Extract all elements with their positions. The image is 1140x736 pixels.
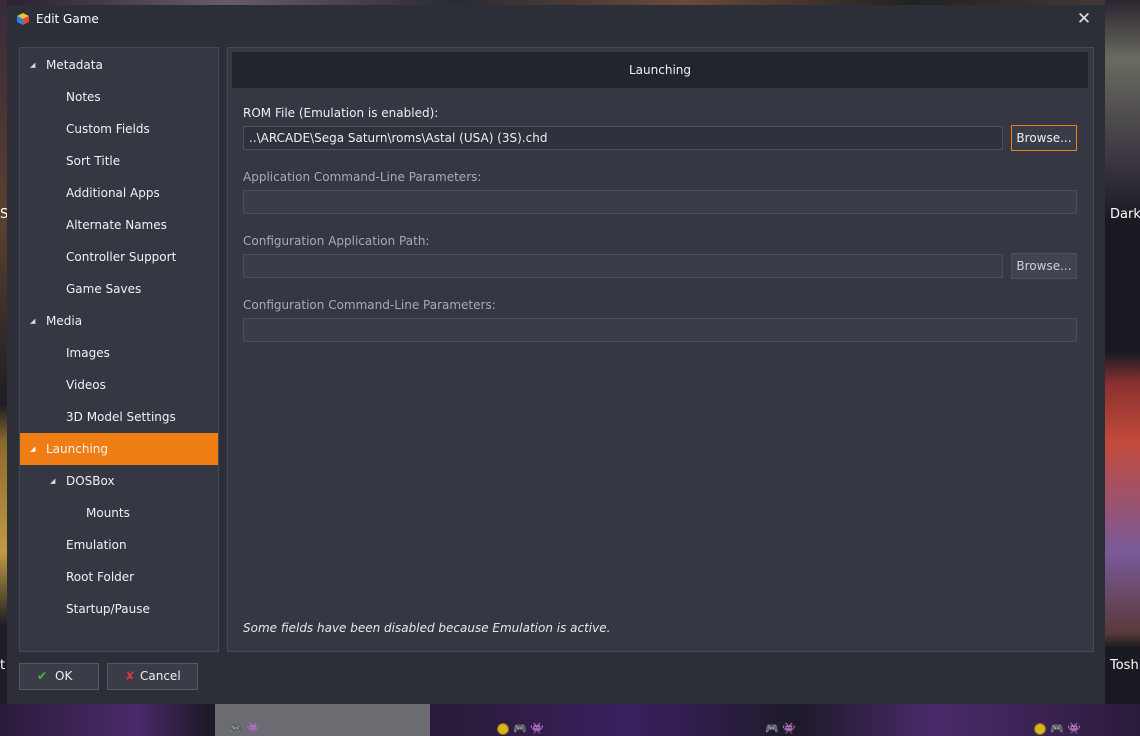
tree-item-videos[interactable]: Videos (20, 369, 218, 401)
expanded-triangle-icon: ◢ (30, 61, 36, 69)
tree-item-custom-fields[interactable]: Custom Fields (20, 113, 218, 145)
tree-item-sort-title[interactable]: Sort Title (20, 145, 218, 177)
config-params-label: Configuration Command-Line Parameters: (243, 298, 496, 312)
background-left-tiles (0, 0, 7, 736)
tree-item-media[interactable]: ◢ Media (20, 305, 218, 337)
close-button[interactable]: ✕ (1073, 8, 1095, 30)
rom-browse-button[interactable]: Browse... (1011, 125, 1077, 151)
tree-item-startup-pause[interactable]: Startup/Pause (20, 593, 218, 625)
expanded-triangle-icon: ◢ (30, 445, 36, 453)
tree-item-dosbox[interactable]: ◢ DOSBox (20, 465, 218, 497)
background-tile-icons: 🎮 👾 (1034, 722, 1081, 735)
tree-item-images[interactable]: Images (20, 337, 218, 369)
tree-item-metadata[interactable]: ◢ Metadata (20, 49, 218, 81)
background-game-row-bottom (0, 704, 1140, 736)
expanded-triangle-icon: ◢ (30, 317, 36, 325)
tree-item-controller-support[interactable]: Controller Support (20, 241, 218, 273)
tree-item-3d-model-settings[interactable]: 3D Model Settings (20, 401, 218, 433)
tree-item-mounts[interactable]: Mounts (20, 497, 218, 529)
background-tile-icons: 🎮 👾 (765, 722, 796, 735)
background-game-title: t (0, 658, 6, 673)
config-params-input[interactable] (243, 318, 1077, 342)
emulation-notice: Some fields have been disabled because E… (243, 621, 611, 635)
app-params-label: Application Command-Line Parameters: (243, 170, 482, 184)
navigation-tree: ◢ Metadata Notes Custom Fields Sort Titl… (19, 47, 219, 652)
ok-button[interactable]: ✔ OK (19, 663, 99, 690)
app-params-input[interactable] (243, 190, 1077, 214)
edit-game-dialog: Edit Game ✕ ◢ Metadata Notes Custom Fiel… (7, 5, 1105, 704)
checkmark-icon: ✔ (37, 669, 48, 683)
cancel-button[interactable]: ✘ Cancel (107, 663, 198, 690)
expanded-triangle-icon: ◢ (50, 477, 56, 485)
tree-item-launching[interactable]: ◢ Launching (20, 433, 218, 465)
background-game-title: Toshi (1110, 658, 1140, 673)
background-tile-icons: 🎮 👾 (229, 722, 260, 735)
window-title: Edit Game (36, 12, 99, 26)
section-header: Launching (232, 52, 1088, 88)
launching-panel: Launching ROM File (Emulation is enabled… (227, 47, 1094, 652)
x-icon: ✘ (125, 669, 136, 683)
tree-item-root-folder[interactable]: Root Folder (20, 561, 218, 593)
tree-item-alternate-names[interactable]: Alternate Names (20, 209, 218, 241)
tree-item-additional-apps[interactable]: Additional Apps (20, 177, 218, 209)
config-path-input[interactable] (243, 254, 1003, 278)
rom-file-label: ROM File (Emulation is enabled): (243, 106, 439, 120)
background-game-title: Darks (1110, 207, 1140, 222)
tree-item-notes[interactable]: Notes (20, 81, 218, 113)
config-browse-button[interactable]: Browse... (1011, 253, 1077, 279)
background-right-tiles (1105, 0, 1140, 736)
tree-item-emulation[interactable]: Emulation (20, 529, 218, 561)
title-bar: Edit Game ✕ (7, 5, 1105, 35)
background-tile-icons: 🎮 👾 (497, 722, 544, 735)
launchbox-cube-icon (17, 13, 29, 25)
config-path-label: Configuration Application Path: (243, 234, 430, 248)
rom-file-input[interactable]: ..\ARCADE\Sega Saturn\roms\Astal (USA) (… (243, 126, 1003, 150)
tree-item-game-saves[interactable]: Game Saves (20, 273, 218, 305)
